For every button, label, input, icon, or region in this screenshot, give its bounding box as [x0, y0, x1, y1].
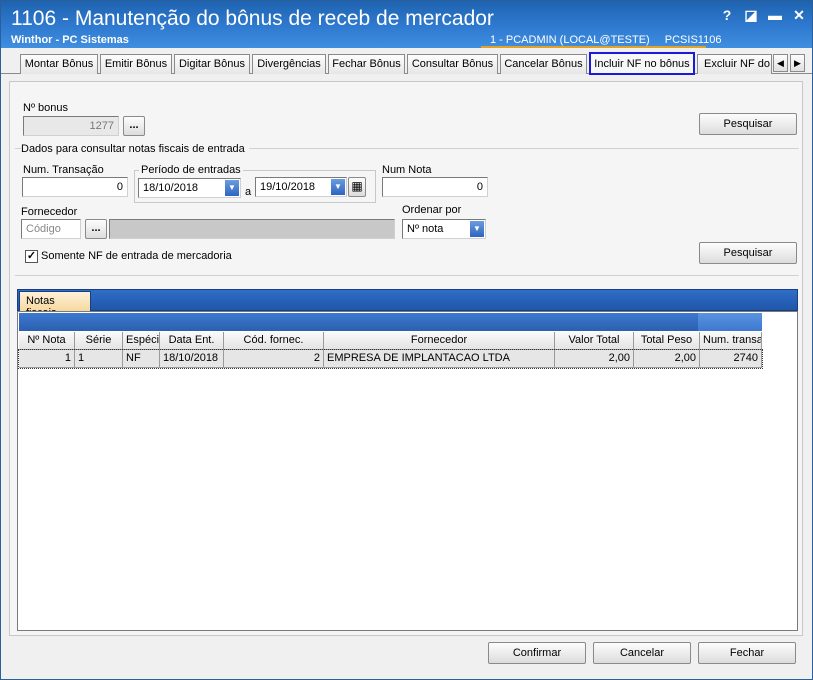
column-header[interactable]: Cód. fornec. — [224, 332, 324, 350]
num-nota-label: Num Nota — [382, 164, 432, 176]
tab-scroll-left-icon[interactable]: ◀ — [773, 54, 788, 72]
tab-cancelar-bonus[interactable]: Cancelar Bônus — [500, 54, 587, 74]
section-divider-2 — [15, 275, 799, 276]
help-icon[interactable]: ? — [720, 7, 734, 23]
tab-emitir-bonus[interactable]: Emitir Bônus — [100, 54, 172, 74]
tab-digitar-bonus[interactable]: Digitar Bônus — [174, 54, 250, 74]
transaction-field[interactable]: 0 — [22, 177, 128, 197]
close-button[interactable]: Fechar — [698, 642, 796, 664]
date-from-value: 18/10/2018 — [143, 182, 199, 194]
program-code: PCSIS1106 — [664, 34, 722, 46]
cell-valor-total: 2,00 — [555, 350, 634, 368]
order-by-select[interactable]: Nº nota ▼ — [402, 219, 486, 239]
cell-fornecedor: EMPRESA DE IMPLANTACAO LTDA — [324, 350, 555, 368]
pesquisar-bonus-button[interactable]: Pesquisar — [699, 113, 797, 135]
calendar-icon[interactable]: ▦ — [348, 177, 366, 197]
column-header[interactable]: Num. transa — [700, 332, 762, 350]
confirm-button[interactable]: Confirmar — [488, 642, 586, 664]
tab-consultar-bonus[interactable]: Consultar Bônus — [407, 54, 498, 74]
period-label: Período de entradas — [139, 164, 243, 176]
column-header[interactable]: Valor Total — [555, 332, 634, 350]
cell-total-peso: 2,00 — [634, 350, 700, 368]
incluir-nf-panel: Nº bonus 1277 ... Pesquisar Dados para c… — [9, 81, 803, 636]
grid-group-bar — [19, 313, 762, 331]
cell-especie: NF — [123, 350, 160, 368]
restore-icon[interactable]: ◪ — [744, 7, 758, 23]
tab-divergencias[interactable]: Divergências — [252, 54, 326, 74]
tab-incluir-nf-no-bonus[interactable]: Incluir NF no bônus — [589, 52, 695, 75]
column-header[interactable]: Nº Nota — [19, 332, 75, 350]
date-from-field[interactable]: 18/10/2018 ▼ — [138, 178, 241, 198]
window-controls: ? ◪ ▬ ✕ — [720, 7, 806, 23]
date-separator: a — [245, 186, 252, 198]
cell-cod-fornecedor: 2 — [224, 350, 324, 368]
num-nota-field[interactable]: 0 — [382, 177, 488, 197]
notas-fiscais-grid-area: Nº Nota Série Espéci Data Ent. Cód. forn… — [17, 311, 798, 631]
cell-num-nota: 1 — [19, 350, 75, 368]
column-header[interactable]: Fornecedor — [324, 332, 555, 350]
column-header[interactable]: Espéci — [123, 332, 160, 350]
tab-notas-fiscais[interactable]: Notas fiscais — [19, 291, 91, 319]
title-bar: 1106 - Manutenção do bônus de receb de m… — [1, 1, 812, 48]
application-window: 1106 - Manutenção do bônus de receb de m… — [0, 0, 813, 680]
date-to-field[interactable]: 19/10/2018 ▼ — [255, 177, 347, 197]
nf-tab-bar: Notas fiscais — [17, 289, 798, 319]
date-to-value: 19/10/2018 — [260, 181, 316, 193]
column-header[interactable]: Série — [75, 332, 123, 350]
cancel-button[interactable]: Cancelar — [593, 642, 691, 664]
close-icon[interactable]: ✕ — [792, 7, 806, 23]
table-row[interactable]: 1 1 NF 18/10/2018 2 EMPRESA DE IMPLANTAC… — [18, 349, 763, 369]
cell-serie: 1 — [75, 350, 123, 368]
cell-data-entrada: 18/10/2018 — [160, 350, 224, 368]
minimize-icon[interactable]: ▬ — [768, 7, 782, 23]
column-header[interactable]: Data Ent. — [160, 332, 224, 350]
supplier-label: Fornecedor — [21, 206, 78, 218]
section-title: Dados para consultar notas fiscais de en… — [21, 143, 249, 155]
chevron-down-icon[interactable]: ▼ — [470, 221, 484, 237]
session-info: 1 - PCADMIN (LOCAL@TESTE) PCSIS1106 — [490, 34, 733, 46]
supplier-name-field — [109, 219, 395, 239]
main-tab-strip: Montar Bônus Emitir Bônus Digitar Bônus … — [1, 52, 812, 75]
title-accent-line — [481, 46, 706, 48]
window-subtitle: Winthor - PC Sistemas — [11, 34, 129, 46]
pesquisar-notas-button[interactable]: Pesquisar — [699, 242, 797, 264]
bonus-number-field[interactable]: 1277 — [23, 116, 119, 136]
tab-excluir-nf-do-bonus[interactable]: Excluir NF do bônus — [697, 54, 772, 74]
grid-group-bar-accent — [698, 313, 762, 331]
chevron-down-icon[interactable]: ▼ — [225, 180, 239, 196]
tab-montar-bonus[interactable]: Montar Bônus — [20, 54, 98, 74]
nf-mercadoria-label: Somente NF de entrada de mercadoria — [41, 250, 232, 262]
tab-fechar-bonus[interactable]: Fechar Bônus — [328, 54, 405, 74]
bonus-number-label: Nº bonus — [23, 102, 68, 114]
transaction-label: Num. Transação — [23, 164, 104, 176]
tab-scroll-right-icon[interactable]: ▶ — [790, 54, 805, 72]
bonus-lookup-button[interactable]: ... — [123, 116, 145, 136]
cell-num-transacao: 2740 — [700, 350, 762, 368]
order-by-label: Ordenar por — [402, 204, 462, 216]
nf-mercadoria-checkbox[interactable]: ✓ — [25, 250, 38, 263]
column-header[interactable]: Total Peso — [634, 332, 700, 350]
window-title: 1106 - Manutenção do bônus de receb de m… — [11, 7, 494, 30]
grid-header-row: Nº Nota Série Espéci Data Ent. Cód. forn… — [19, 332, 762, 350]
user-info: 1 - PCADMIN (LOCAL@TESTE) — [490, 34, 650, 46]
supplier-lookup-button[interactable]: ... — [85, 219, 107, 239]
order-by-value: Nº nota — [407, 223, 444, 235]
supplier-code-field[interactable]: Código — [21, 219, 81, 239]
chevron-down-icon[interactable]: ▼ — [331, 179, 345, 195]
